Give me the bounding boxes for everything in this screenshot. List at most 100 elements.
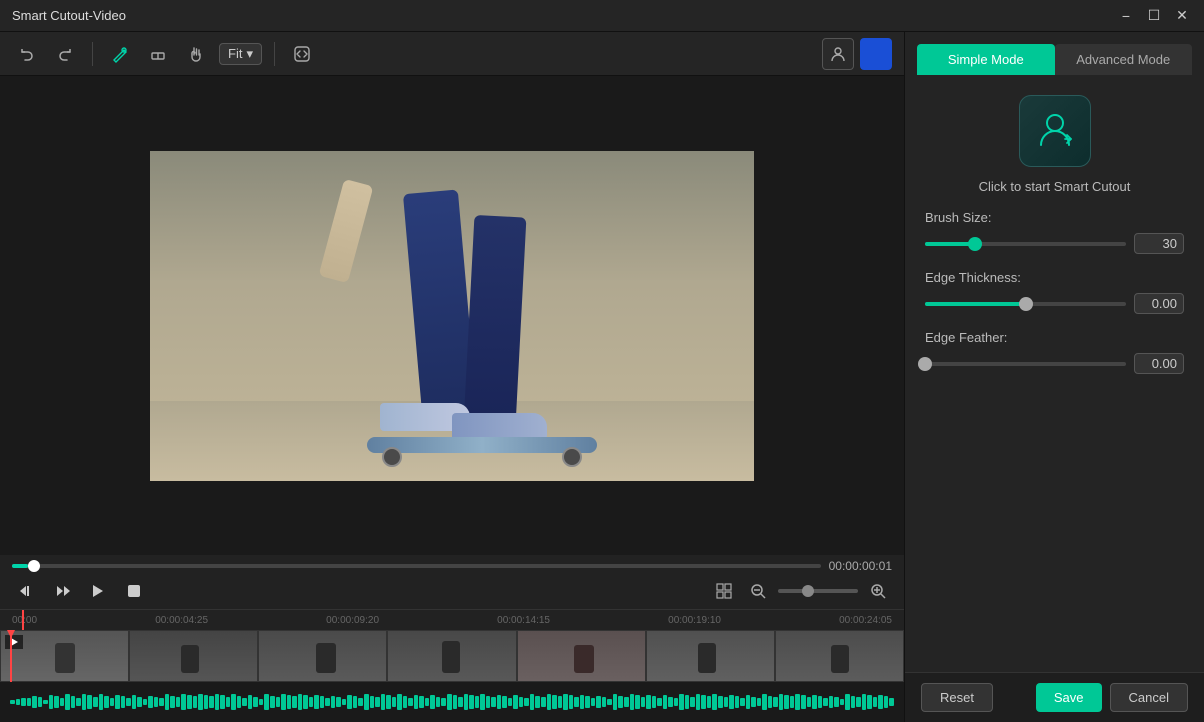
edge-feather-slider[interactable] bbox=[925, 362, 1126, 366]
waveform-bar bbox=[475, 696, 480, 707]
waveform-bar bbox=[430, 695, 435, 709]
waveform-bar bbox=[49, 695, 54, 709]
edge-thickness-value[interactable]: 0.00 bbox=[1134, 293, 1184, 314]
waveform-bar bbox=[801, 695, 806, 709]
timeline-area: 00:00 00:00:04:25 00:00:09:20 00:00:14:1… bbox=[0, 609, 904, 722]
waveform-bar bbox=[408, 698, 413, 707]
waveform-bar bbox=[829, 696, 834, 709]
waveform-bar bbox=[264, 694, 269, 709]
waveform-bar bbox=[237, 696, 242, 708]
waveform-bar bbox=[596, 696, 601, 709]
pen-tool-button[interactable] bbox=[105, 39, 135, 69]
waveform-bar bbox=[298, 694, 303, 710]
ruler-mark-4: 00:00:19:10 bbox=[668, 615, 721, 626]
edge-thickness-slider[interactable] bbox=[925, 302, 1126, 306]
timeline-ruler: 00:00 00:00:04:25 00:00:09:20 00:00:14:1… bbox=[0, 610, 904, 630]
waveform-bar bbox=[845, 694, 850, 709]
advanced-mode-tab[interactable]: Advanced Mode bbox=[1055, 44, 1193, 75]
waveform-bar bbox=[375, 697, 380, 707]
smart-cutout-button[interactable]: Click to start Smart Cutout bbox=[925, 95, 1184, 194]
waveform-bar bbox=[685, 695, 690, 709]
play-button[interactable] bbox=[84, 577, 112, 605]
waveform-bar-container bbox=[0, 682, 904, 722]
waveform-bar bbox=[773, 697, 778, 707]
grid-view-button[interactable] bbox=[710, 577, 738, 605]
zoom-in-button[interactable] bbox=[864, 577, 892, 605]
cancel-button[interactable]: Cancel bbox=[1110, 683, 1188, 712]
waveform-bar bbox=[563, 694, 568, 710]
waveform-track bbox=[0, 682, 904, 722]
waveform-bar bbox=[502, 696, 507, 707]
progress-bar[interactable] bbox=[12, 564, 821, 568]
waveform-bar bbox=[143, 699, 148, 705]
reset-button[interactable]: Reset bbox=[921, 683, 993, 712]
waveform-bar bbox=[397, 694, 402, 709]
step-back-button[interactable] bbox=[12, 577, 40, 605]
waveform-bar bbox=[347, 695, 352, 709]
right-panel: Simple Mode Advanced Mode Click to start… bbox=[904, 32, 1204, 722]
color-swatch[interactable] bbox=[860, 38, 892, 70]
save-button[interactable]: Save bbox=[1036, 683, 1102, 712]
thumbnail-4 bbox=[387, 630, 516, 682]
hand-tool-button[interactable] bbox=[181, 39, 211, 69]
waveform-bar bbox=[508, 698, 513, 706]
waveform-bar bbox=[32, 696, 37, 708]
waveform-bar bbox=[519, 697, 524, 707]
waveform-bar bbox=[392, 697, 397, 707]
maximize-button[interactable]: ☐ bbox=[1144, 6, 1164, 26]
simple-mode-tab[interactable]: Simple Mode bbox=[917, 44, 1055, 75]
waveform-bar bbox=[630, 694, 635, 710]
close-button[interactable]: ✕ bbox=[1172, 6, 1192, 26]
waveform-bar bbox=[679, 694, 684, 710]
waveform-bar bbox=[242, 698, 247, 707]
swap-icon-button[interactable] bbox=[287, 39, 317, 69]
time-display: 00:00:00:01 bbox=[829, 559, 892, 573]
redo-button[interactable] bbox=[50, 39, 80, 69]
waveform-bar bbox=[270, 696, 275, 709]
waveform-bar bbox=[591, 698, 596, 706]
ruler-mark-2: 00:00:09:20 bbox=[326, 615, 379, 626]
left-panel: Fit ▾ bbox=[0, 32, 904, 722]
playback-area: 00:00:00:01 bbox=[0, 555, 904, 609]
video-area bbox=[0, 76, 904, 555]
undo-button[interactable] bbox=[12, 39, 42, 69]
waveform-bar bbox=[38, 697, 43, 707]
thumbnail-1 bbox=[0, 630, 129, 682]
waveform-bar bbox=[198, 694, 203, 711]
brush-size-value[interactable]: 30 bbox=[1134, 233, 1184, 254]
footer-left: Reset bbox=[921, 683, 993, 712]
waveform-bar bbox=[663, 695, 668, 709]
waveform-bar bbox=[535, 696, 540, 709]
cutout-label: Click to start Smart Cutout bbox=[979, 179, 1131, 194]
video-frame bbox=[150, 151, 754, 481]
brush-size-row: 30 bbox=[925, 233, 1184, 254]
fit-dropdown[interactable]: Fit ▾ bbox=[219, 43, 262, 65]
brush-size-slider[interactable] bbox=[925, 242, 1126, 246]
waveform-bar bbox=[762, 694, 767, 709]
waveform-bar bbox=[889, 698, 894, 706]
waveform-bar bbox=[790, 696, 795, 707]
waveform-bar bbox=[148, 696, 153, 708]
waveform-bar bbox=[867, 695, 872, 709]
eraser-button[interactable] bbox=[143, 39, 173, 69]
waveform-bar bbox=[93, 697, 98, 707]
waveform-bar bbox=[724, 697, 729, 707]
waveform-bar bbox=[76, 698, 81, 705]
waveform-bar bbox=[884, 696, 889, 707]
edge-feather-value[interactable]: 0.00 bbox=[1134, 353, 1184, 374]
waveform-bar bbox=[840, 699, 845, 705]
waveform-bar bbox=[746, 695, 751, 709]
step-forward-button[interactable] bbox=[48, 577, 76, 605]
person-button[interactable] bbox=[822, 38, 854, 70]
edge-feather-section: Edge Feather: 0.00 bbox=[925, 330, 1184, 374]
zoom-out-button[interactable] bbox=[744, 577, 772, 605]
waveform-bar bbox=[309, 697, 314, 707]
stop-button[interactable] bbox=[120, 577, 148, 605]
waveform-bar bbox=[547, 694, 552, 711]
waveform-bar bbox=[325, 698, 330, 706]
waveform-bar bbox=[718, 696, 723, 709]
minimize-button[interactable]: − bbox=[1116, 6, 1136, 26]
waveform-bar bbox=[735, 696, 740, 707]
waveform-bar bbox=[480, 694, 485, 709]
zoom-slider[interactable] bbox=[778, 589, 858, 593]
